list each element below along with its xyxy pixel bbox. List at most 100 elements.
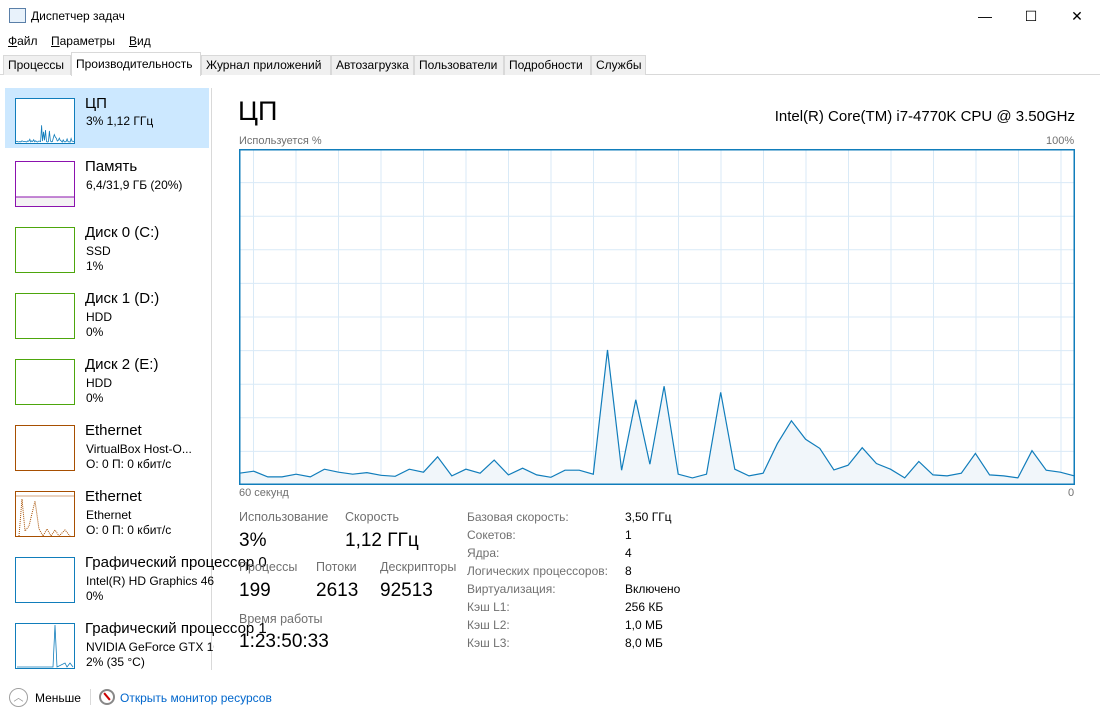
detail-label: Базовая скорость:: [467, 510, 569, 524]
menu-bar: Файл Параметры Вид: [0, 32, 1100, 50]
sidebar-item-name: Диск 2 (E:): [85, 356, 159, 373]
x-right-label: 0: [1068, 487, 1075, 499]
sidebar-item-detail: SSD: [86, 244, 111, 258]
detail-value: 256 КБ: [625, 600, 664, 614]
sidebar-item-detail: О: 0 П: 0 кбит/с: [86, 457, 172, 471]
detail-value: 8,0 МБ: [625, 636, 663, 650]
sidebar-item-detail: 2% (35 °C): [86, 655, 145, 669]
threads-value: 2613: [316, 580, 359, 601]
mini-graph: [15, 359, 75, 405]
footer: ︿ Меньше Открыть монитор ресурсов: [0, 684, 1100, 712]
resource-monitor-icon: [99, 689, 115, 705]
page-title: ЦП: [238, 96, 278, 126]
processes-label: Процессы: [239, 560, 298, 574]
sidebar-item-detail: 3% 1,12 ГГц: [86, 114, 154, 128]
minimize-button[interactable]: —: [962, 0, 1008, 32]
detail-label: Виртуализация:: [467, 582, 556, 596]
tab-processes[interactable]: Процессы: [3, 55, 71, 75]
tab-users[interactable]: Пользователи: [414, 55, 504, 75]
sidebar-item[interactable]: Память 6,4/31,9 ГБ (20%): [5, 151, 209, 211]
detail-value: 3,50 ГГц: [625, 510, 672, 524]
sidebar-item-detail: Ethernet: [86, 508, 132, 522]
sidebar-item-name: Диск 1 (D:): [85, 290, 160, 307]
detail-value: 1: [625, 528, 632, 542]
tab-services[interactable]: Службы: [591, 55, 646, 75]
uptime-value: 1:23:50:33: [239, 631, 329, 652]
sidebar-item-detail: 6,4/31,9 ГБ (20%): [86, 178, 183, 192]
sidebar-item[interactable]: Диск 2 (E:) HDD 0%: [5, 349, 209, 409]
speed-value: 1,12 ГГц: [345, 530, 419, 551]
sidebar-item[interactable]: Графический процессор 0 Intel(R) HD Graph…: [5, 547, 267, 607]
detail-value: Включено: [625, 582, 681, 596]
sidebar-item-detail: Intel(R) HD Graphics 4600: [86, 574, 214, 588]
detail-label: Сокетов:: [467, 528, 516, 542]
uptime-label: Время работы: [239, 612, 323, 626]
speed-label: Скорость: [345, 510, 399, 524]
fewer-details-button[interactable]: Меньше: [35, 691, 81, 705]
detail-value: 1,0 МБ: [625, 618, 663, 632]
sidebar-item-detail: NVIDIA GeForce GTX 1060: [86, 640, 214, 654]
y-max-label: 100%: [1046, 135, 1075, 147]
sidebar-item[interactable]: Диск 0 (C:) SSD 1%: [5, 217, 209, 277]
detail-label: Логических процессоров:: [467, 564, 608, 578]
detail-label: Кэш L2:: [467, 618, 510, 632]
usage-value: 3%: [239, 530, 267, 551]
sidebar-item-name: Ethernet: [85, 422, 142, 439]
detail-label: Кэш L3:: [467, 636, 510, 650]
chevron-up-icon[interactable]: ︿: [9, 688, 28, 707]
threads-label: Потоки: [316, 560, 357, 574]
sidebar-item-detail: 0%: [86, 589, 104, 603]
sidebar-item-name: Ethernet: [85, 488, 142, 505]
cpu-usage-chart: [239, 149, 1075, 485]
task-manager-icon: [9, 8, 26, 23]
maximize-button[interactable]: ☐: [1008, 0, 1054, 32]
divider: [90, 689, 91, 705]
detail-value: 8: [625, 564, 632, 578]
tab-performance[interactable]: Производительность: [71, 52, 201, 76]
handles-value: 92513: [380, 580, 433, 601]
sidebar-item[interactable]: Диск 1 (D:) HDD 0%: [5, 283, 209, 343]
sidebar-item[interactable]: Ethernet Ethernet О: 0 П: 0 кбит/с: [5, 481, 209, 541]
menu-file[interactable]: Файл: [8, 34, 38, 48]
mini-graph: [15, 98, 75, 144]
sidebar-item[interactable]: Ethernet VirtualBox Host-O... О: 0 П: 0 кб…: [5, 415, 209, 475]
sidebar-item-detail: О: 0 П: 0 кбит/с: [86, 523, 172, 537]
sidebar-item-detail: HDD: [86, 376, 112, 390]
mini-graph: [15, 557, 75, 603]
tab-app-history[interactable]: Журнал приложений: [201, 55, 331, 75]
title-bar: Диспетчер задач — ☐ ✕: [0, 0, 1100, 32]
mini-graph: [15, 293, 75, 339]
usage-label: Использование: [239, 510, 329, 524]
sidebar-item-detail: 0%: [86, 391, 104, 405]
cpu-model: Intel(R) Core(TM) i7-4770K CPU @ 3.50GHz: [774, 108, 1075, 125]
mini-graph: [15, 623, 75, 669]
mini-graph: [15, 491, 75, 537]
detail-value: 4: [625, 546, 632, 560]
sidebar-item-name: Память: [85, 158, 138, 175]
resource-sidebar: ЦП 3% 1,12 ГГц Память 6,4/31,9 ГБ (20%) Диск…: [0, 88, 267, 673]
tab-startup[interactable]: Автозагрузка: [331, 55, 414, 75]
window-title: Диспетчер задач: [31, 9, 125, 23]
close-button[interactable]: ✕: [1054, 0, 1100, 32]
processes-value: 199: [239, 580, 271, 601]
sidebar-item-detail: VirtualBox Host-O...: [86, 442, 192, 456]
mini-graph: [15, 161, 75, 207]
handles-label: Дескрипторы: [380, 560, 457, 574]
sidebar-item-detail: 1%: [86, 259, 104, 273]
open-resource-monitor-link[interactable]: Открыть монитор ресурсов: [120, 691, 272, 705]
sidebar-item-detail: 0%: [86, 325, 104, 339]
detail-label: Ядра:: [467, 546, 500, 560]
x-left-label: 60 секунд: [239, 487, 289, 499]
detail-label: Кэш L1:: [467, 600, 510, 614]
menu-view[interactable]: Вид: [129, 34, 151, 48]
sidebar-item[interactable]: Графический процессор 1 NVIDIA GeForce GT…: [5, 613, 267, 673]
sidebar-item-detail: HDD: [86, 310, 112, 324]
sidebar-item[interactable]: ЦП 3% 1,12 ГГц: [5, 88, 209, 148]
y-axis-label: Используется %: [239, 135, 322, 147]
sidebar-item-name: ЦП: [85, 95, 107, 112]
tab-bar: Процессы Производительность Журнал прило…: [0, 52, 1100, 76]
menu-options[interactable]: Параметры: [51, 34, 115, 48]
sidebar-item-name: Диск 0 (C:): [85, 224, 160, 241]
tab-details[interactable]: Подробности: [504, 55, 591, 75]
mini-graph: [15, 227, 75, 273]
